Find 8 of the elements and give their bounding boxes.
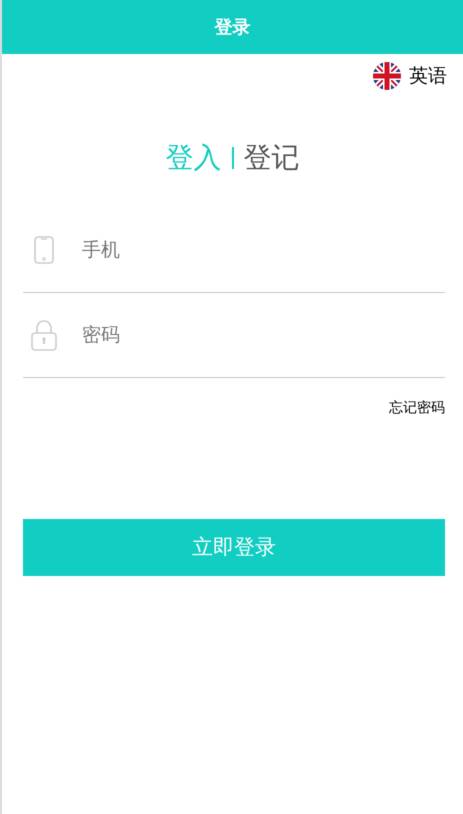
phone-icon — [34, 236, 54, 264]
tab-divider — [232, 146, 234, 169]
forgot-password-link[interactable]: 忘记密码 — [389, 398, 445, 420]
lock-icon — [31, 319, 57, 352]
flag-icon — [373, 62, 401, 90]
tab[interactable]: 登记 — [234, 142, 310, 174]
language-label[interactable]: 英语 — [409, 62, 447, 90]
page-title: 登录 — [214, 16, 250, 40]
